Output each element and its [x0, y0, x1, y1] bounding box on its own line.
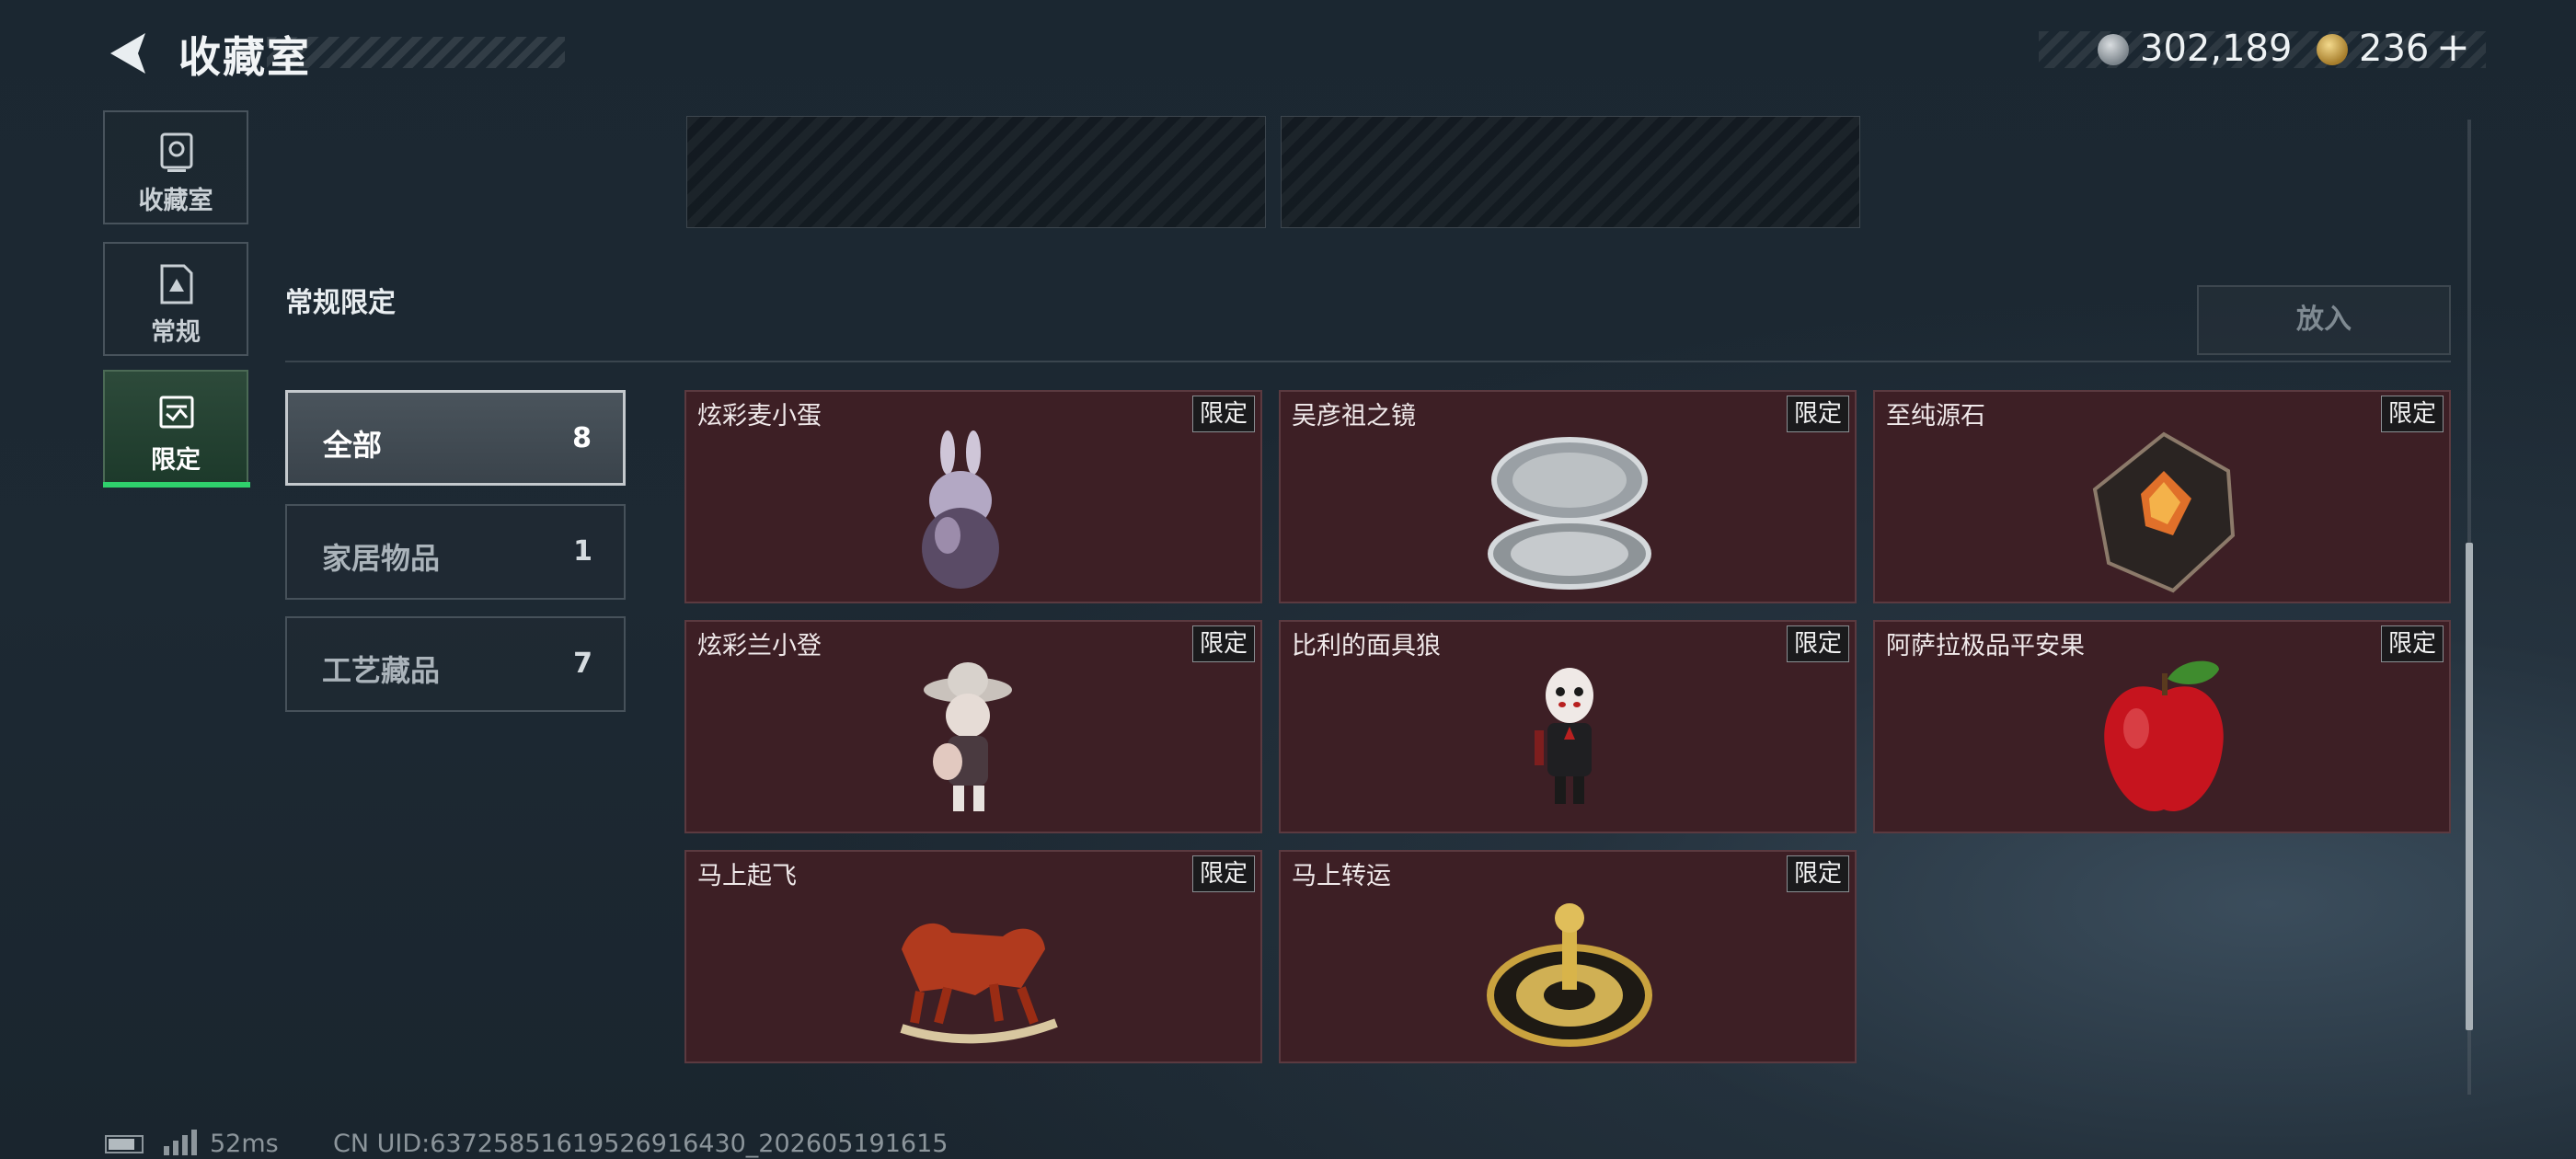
placeholder-card [686, 116, 1266, 228]
rocking-horse-icon [900, 923, 1058, 1044]
limited-badge: 限定 [1787, 396, 1849, 432]
limited-badge: 限定 [1192, 855, 1255, 892]
placeholder-card [1281, 116, 1860, 228]
sidebar-item-label: 收藏室 [138, 187, 213, 215]
bunny-egg-figure-icon [922, 430, 999, 589]
filter-label: 工艺藏品 [322, 653, 441, 688]
sidebar-item-label: 限定 [151, 446, 201, 475]
item-card[interactable]: 阿萨拉极品平安果 限定 [1873, 620, 2451, 833]
put-in-button[interactable]: 放入 [2197, 285, 2451, 355]
item-card[interactable]: 至纯源石 限定 [1873, 390, 2451, 603]
divider [285, 361, 2451, 362]
sidebar-item-collection[interactable]: 收藏室 [103, 110, 248, 224]
item-name: 阿萨拉极品平安果 [1886, 632, 2085, 660]
sidebar-item-label: 常规 [151, 318, 201, 347]
filter-label: 家居物品 [322, 541, 441, 576]
title-decoration [267, 37, 565, 68]
back-arrow-icon[interactable] [103, 28, 155, 79]
silver-amount: 302,189 [2140, 28, 2293, 70]
page-title: 收藏室 [178, 32, 311, 82]
filter-craft-collectibles[interactable]: 工艺藏品 7 [285, 616, 626, 712]
limited-badge: 限定 [1787, 855, 1849, 892]
filter-label: 全部 [323, 428, 383, 463]
gemstone-icon [2092, 431, 2236, 593]
item-name: 炫彩麦小蛋 [697, 402, 822, 430]
apple-icon [2104, 660, 2224, 812]
sombrero-doll-icon [924, 662, 1012, 811]
limited-badge: 限定 [1787, 625, 1849, 662]
item-card[interactable]: 炫彩兰小登 限定 [684, 620, 1262, 833]
limited-badge: 限定 [2381, 625, 2444, 662]
sidebar-item-regular[interactable]: 常规 [103, 242, 248, 356]
ping-readout: 52ms [210, 1130, 279, 1158]
item-name: 马上起飞 [697, 862, 797, 890]
item-card[interactable]: 吴彦祖之镜 限定 [1279, 390, 1857, 603]
scrollbar-thumb[interactable] [2466, 543, 2473, 1030]
limited-badge: 限定 [1192, 396, 1255, 432]
item-name: 马上转运 [1292, 862, 1391, 890]
item-name: 炫彩兰小登 [697, 632, 822, 660]
filter-count: 7 [573, 648, 592, 680]
filter-home-items[interactable]: 家居物品 1 [285, 504, 626, 600]
item-card[interactable]: 马上转运 限定 [1279, 850, 1857, 1063]
ticket-icon [159, 396, 194, 429]
gold-amount: 236 [2359, 28, 2430, 70]
compact-mirror-icon [1488, 437, 1651, 590]
signal-icon [164, 1130, 197, 1155]
limited-badge: 限定 [2381, 396, 2444, 432]
puppet-doll-icon [1535, 668, 1593, 804]
user-uid: CN UID:637258516195269164​30_20260519161… [333, 1130, 949, 1158]
add-currency-button[interactable]: + [2436, 24, 2470, 71]
filter-count: 1 [573, 535, 592, 568]
item-name: 比利的面具狼 [1292, 632, 1441, 660]
section-title: 常规限定 [285, 287, 396, 319]
battery-icon [105, 1135, 144, 1153]
item-card[interactable]: 炫彩麦小蛋 限定 [684, 390, 1262, 603]
fortune-wheel-icon [1487, 903, 1652, 1047]
silver-coin-icon [2098, 34, 2129, 65]
active-tab-indicator [103, 482, 250, 488]
filter-count: 8 [572, 422, 592, 454]
gold-coin-icon [2317, 34, 2348, 65]
limited-badge: 限定 [1192, 625, 1255, 662]
document-icon [160, 264, 193, 304]
trophy-icon [160, 132, 193, 172]
filter-all[interactable]: 全部 8 [285, 390, 626, 486]
sidebar-item-limited[interactable]: 限定 [103, 370, 248, 484]
item-card[interactable]: 比利的面具狼 限定 [1279, 620, 1857, 833]
item-card[interactable]: 马上起飞 限定 [684, 850, 1262, 1063]
item-name: 吴彦祖之镜 [1292, 402, 1416, 430]
item-name: 至纯源石 [1886, 402, 1985, 430]
